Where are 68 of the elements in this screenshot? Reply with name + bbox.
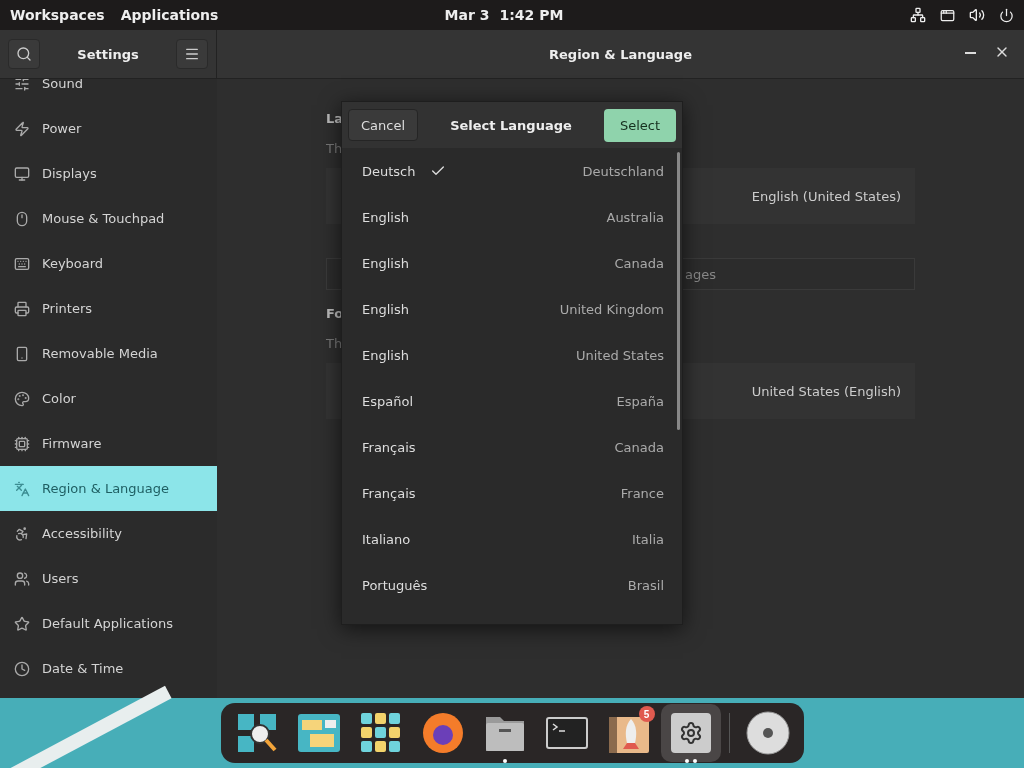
- clock-icon: [14, 660, 30, 677]
- language-row[interactable]: Français Canada: [342, 424, 682, 470]
- apps-grid-icon: [360, 713, 401, 753]
- device-icon: [14, 345, 30, 362]
- dock-item[interactable]: 5: [598, 704, 659, 762]
- language-row[interactable]: English United Kingdom: [342, 286, 682, 332]
- chip-icon: [14, 435, 30, 452]
- language-row[interactable]: Italiano Italia: [342, 516, 682, 562]
- power-icon[interactable]: [999, 7, 1014, 23]
- star-icon: [14, 615, 30, 632]
- top-bar-menu[interactable]: Applications: [120, 7, 219, 23]
- keyboard-icon: [14, 255, 30, 272]
- mouse-icon: [14, 210, 30, 227]
- language-row[interactable]: Español España: [342, 378, 682, 424]
- language-row[interactable]: Deutsch Deutschland: [342, 148, 682, 194]
- sidebar-item[interactable]: Printers: [0, 286, 217, 331]
- top-bar-menu[interactable]: Workspaces: [10, 7, 105, 23]
- language-row[interactable]: Français France: [342, 470, 682, 516]
- minimize-icon: [965, 52, 976, 54]
- browser-icon: [420, 711, 465, 755]
- sidebar-item[interactable]: Keyboard: [0, 241, 217, 286]
- section-description: Th: [326, 141, 343, 156]
- cancel-button[interactable]: Cancel: [348, 109, 418, 141]
- volume-icon[interactable]: [969, 7, 985, 23]
- dialog-title: Select Language: [450, 117, 572, 133]
- date-text: Mar 3: [444, 7, 490, 23]
- language-row[interactable]: English Australia: [342, 194, 682, 240]
- printer-icon: [14, 300, 30, 317]
- windows-icon: [297, 714, 340, 752]
- sidebar-item[interactable]: Sound: [0, 79, 217, 106]
- sidebar-item[interactable]: Users: [0, 556, 217, 601]
- sliders-icon: [14, 79, 30, 92]
- sidebar-item[interactable]: Removable Media: [0, 331, 217, 376]
- search-icon: [235, 712, 278, 754]
- sidebar-item[interactable]: Region & Language: [0, 466, 217, 511]
- sidebar-item[interactable]: Displays: [0, 151, 217, 196]
- sidebar-item[interactable]: Mouse & Touchpad: [0, 196, 217, 241]
- search-button[interactable]: [8, 39, 40, 69]
- monitor-icon: [14, 165, 30, 182]
- window-title: Region & Language: [549, 46, 692, 62]
- palette-icon: [14, 390, 30, 407]
- lightning-icon: [14, 120, 30, 137]
- sidebar-item[interactable]: Power: [0, 106, 217, 151]
- network-icon[interactable]: [910, 7, 926, 23]
- language-row[interactable]: English United States: [342, 332, 682, 378]
- menu-icon: [184, 46, 200, 62]
- search-icon: [16, 46, 32, 62]
- section-description: Th: [326, 336, 343, 351]
- settings-icon: [670, 713, 711, 753]
- sidebar-item[interactable]: Date & Time: [0, 646, 217, 691]
- terminal-icon: [545, 717, 588, 749]
- sidebar-title: Settings: [77, 46, 139, 62]
- language-row[interactable]: English Canada: [342, 240, 682, 286]
- dock-item[interactable]: [660, 704, 721, 762]
- accessibility-icon: [14, 525, 30, 542]
- disc-icon: [745, 711, 790, 755]
- language-icon: [14, 480, 30, 497]
- sidebar-item[interactable]: Default Applications: [0, 601, 217, 646]
- sidebar-item[interactable]: Firmware: [0, 421, 217, 466]
- users-icon: [14, 570, 30, 587]
- notification-badge: 5: [638, 706, 655, 722]
- menu-button[interactable]: [176, 39, 208, 69]
- sidebar-item[interactable]: Color: [0, 376, 217, 421]
- language-row[interactable]: Português Brasil: [342, 562, 682, 608]
- time-text: 1:42 PM: [499, 7, 564, 23]
- window-icon[interactable]: [940, 7, 955, 23]
- select-button[interactable]: Select: [604, 108, 676, 142]
- sidebar-item[interactable]: Accessibility: [0, 511, 217, 556]
